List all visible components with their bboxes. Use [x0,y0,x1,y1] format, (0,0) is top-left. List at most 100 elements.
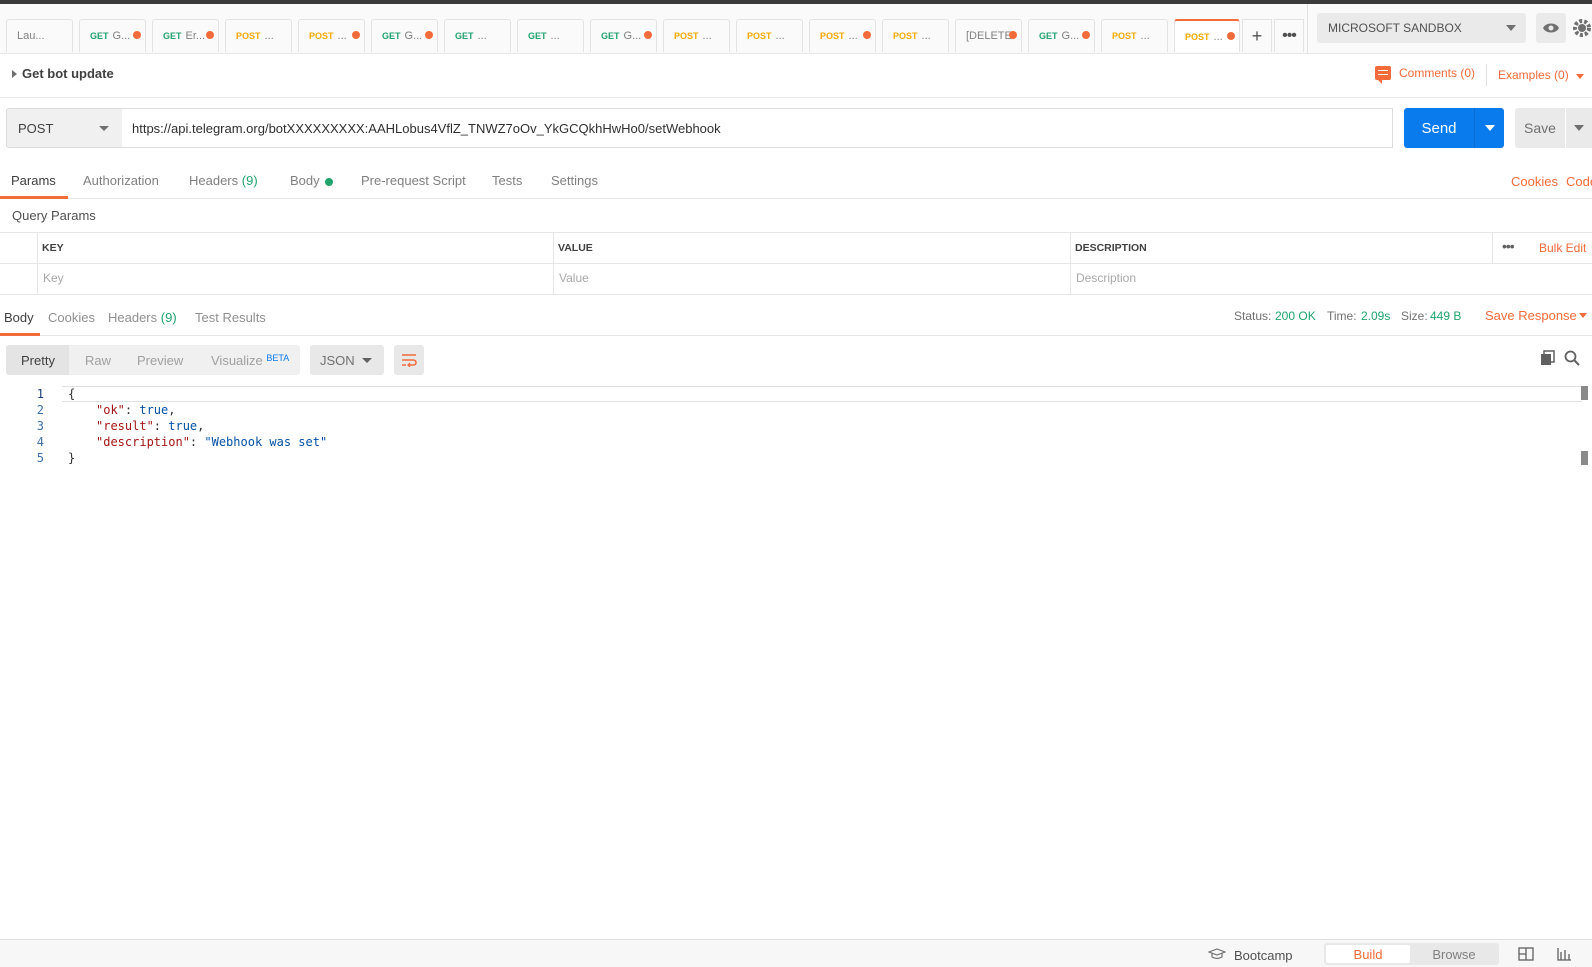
method-label: POST [18,120,54,136]
code-line: { [68,387,75,401]
bootcamp-link[interactable]: Bootcamp [1234,948,1293,963]
new-tab-button[interactable]: + [1242,19,1272,52]
more-icon: ••• [1282,27,1297,44]
environment-select[interactable]: MICROSOFT SANDBOX [1317,13,1526,43]
tab-title: Lau... [17,30,45,42]
response-tab-test-results[interactable]: Test Results [195,310,266,325]
request-tab[interactable]: [DELETEI [955,19,1022,52]
unsaved-changes-dot [425,31,433,39]
view-visualize-button[interactable]: Visualize BETA [211,353,289,368]
response-body-editor[interactable] [0,385,1592,925]
line-number: 2 [36,403,44,417]
caret-right-icon[interactable] [12,70,17,78]
response-tab-cookies[interactable]: Cookies [48,310,95,325]
environment-settings-button[interactable] [1572,13,1592,43]
request-tab[interactable]: GET... [517,19,584,52]
divider [0,335,1592,336]
response-tab-headers[interactable]: Headers (9) [108,310,177,325]
tab-method: POST [1185,31,1210,42]
save-button[interactable]: Save [1515,108,1565,148]
view-preview-button[interactable]: Preview [137,353,183,368]
value-input[interactable]: Value [559,271,1059,285]
cookies-link[interactable]: Cookies [1511,174,1558,189]
build-mode-button[interactable]: Build [1326,945,1410,963]
chevron-down-icon[interactable] [1579,313,1587,318]
size-label: Size: [1401,309,1428,323]
request-tab[interactable]: GET G... [371,19,438,52]
request-tab[interactable]: GET Er... [152,19,219,52]
divider [1307,4,1308,54]
tab-method: POST [674,31,699,41]
url-input[interactable]: https://api.telegram.org/botXXXXXXXXX:AA… [122,108,1393,148]
chevron-down-icon[interactable] [1576,74,1584,79]
send-button[interactable]: Send [1404,108,1474,148]
bootcamp-icon[interactable] [1207,948,1227,964]
format-select[interactable]: JSON [310,345,384,375]
request-tab[interactable]: Lau... [6,19,73,52]
tab-settings[interactable]: Settings [551,173,598,199]
view-raw-button[interactable]: Raw [85,353,111,368]
json-value: "Webhook was set" [204,435,328,449]
request-tab[interactable]: POST... [1101,19,1168,52]
active-tab-indicator [0,333,40,336]
comments-button[interactable]: Comments (0) [1375,66,1475,84]
headers-count: (9) [241,173,258,188]
tab-title: ... [1140,30,1150,42]
key-input[interactable]: Key [43,271,543,285]
tab-title: ... [775,30,785,42]
save-response-button[interactable]: Save Response [1485,308,1577,323]
size-value[interactable]: 449 B [1430,309,1461,323]
tab-headers-label: Headers [189,173,239,188]
wrap-lines-button[interactable] [394,345,424,375]
view-pretty-button[interactable]: Pretty [21,353,55,368]
request-tab[interactable]: GET G... [590,19,657,52]
request-tab[interactable]: POST... [663,19,730,52]
tab-authorization[interactable]: Authorization [83,173,159,199]
tab-tests[interactable]: Tests [492,173,522,199]
request-tab[interactable]: POST... [809,19,876,52]
request-tab[interactable]: POST... [1174,19,1240,52]
unsaved-changes-dot [863,31,871,39]
examples-button[interactable]: Examples (0) [1498,68,1569,82]
unsaved-changes-dot [1009,31,1017,39]
table-options-button[interactable]: ••• [1502,238,1515,254]
description-input[interactable]: Description [1076,271,1576,285]
environment-quick-look-button[interactable] [1536,13,1566,43]
send-options-button[interactable] [1474,108,1504,148]
copy-icon[interactable] [1540,350,1556,369]
chevron-down-icon [362,358,372,363]
json-key: "result" [96,419,154,433]
eye-icon [1543,23,1559,33]
save-options-button[interactable] [1566,108,1592,148]
request-tab[interactable]: POST... [882,19,949,52]
search-icon[interactable] [1564,350,1580,369]
request-tab[interactable]: GET G... [79,19,146,52]
code-link[interactable]: Code [1566,174,1592,189]
two-pane-icon[interactable] [1518,947,1534,964]
scrollbar-marker[interactable] [1581,451,1588,465]
tab-options-button[interactable]: ••• [1274,19,1304,52]
bulk-edit-link[interactable]: Bulk Edit [1539,241,1586,255]
line-number: 1 [36,387,44,401]
tab-method: GET [163,31,182,41]
request-title[interactable]: Get bot update [22,66,114,81]
time-value[interactable]: 2.09s [1361,309,1390,323]
tab-method: POST [1112,31,1137,41]
request-tab[interactable]: GET G... [1028,19,1095,52]
code-line: } [68,451,75,465]
response-tab-body[interactable]: Body [4,310,34,325]
chevron-down-icon [1506,25,1516,31]
request-tab[interactable]: POST... [225,19,292,52]
tab-pre-request-script[interactable]: Pre-request Script [361,173,466,199]
keyboard-shortcuts-icon[interactable] [1556,947,1572,964]
status-value[interactable]: 200 OK [1275,309,1316,323]
request-tab[interactable]: POST... [736,19,803,52]
scrollbar-marker[interactable] [1581,386,1588,400]
browse-mode-button[interactable]: Browse [1412,945,1496,963]
request-tab[interactable]: GET... [444,19,511,52]
request-tab[interactable]: POST... [298,19,365,52]
unsaved-changes-dot [1082,31,1090,39]
method-select[interactable]: POST [6,108,123,148]
tab-headers[interactable]: Headers (9) [189,173,258,199]
tab-body[interactable]: Body [290,173,320,199]
